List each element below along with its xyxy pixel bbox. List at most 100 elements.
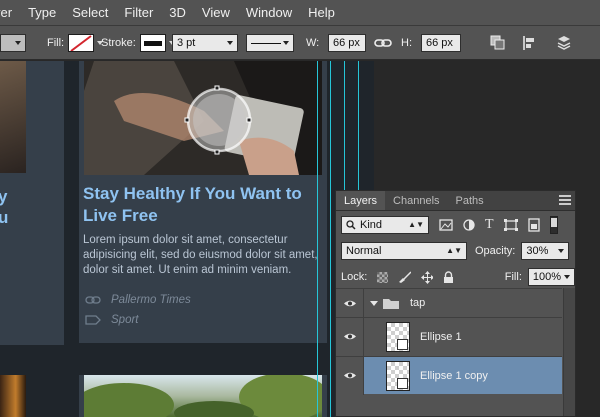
lock-image-brush-icon[interactable]: [398, 271, 411, 283]
card-meta-source: Pallermo Times: [85, 294, 191, 306]
layer-name: Ellipse 1: [420, 330, 462, 343]
filter-pixel-icon[interactable]: [439, 219, 453, 231]
link-dimensions-button[interactable]: [374, 26, 392, 60]
height-value: 66 px: [426, 37, 453, 49]
layer-row-ellipse-1-copy[interactable]: Ellipse 1 copy: [336, 356, 562, 395]
filter-adjustment-icon[interactable]: [463, 219, 475, 231]
group-expand-icon[interactable]: [370, 300, 378, 306]
ellipse-shape-selection[interactable]: [184, 85, 254, 157]
width-value: 66 px: [333, 37, 360, 49]
card-main: Stay Healthy If You Want to Live Free Lo…: [79, 61, 327, 343]
panel-menu-icon[interactable]: [559, 195, 571, 205]
chevron-down-icon: [283, 41, 289, 45]
menu-bar: yer Type Select Filter 3D View Window He…: [0, 0, 600, 26]
card-meta-category: Sport: [85, 314, 139, 326]
lock-row: Lock: Fill: 100%: [336, 266, 575, 288]
filter-kind-dropdown[interactable]: Kind ▲▼: [341, 216, 429, 234]
vector-mask-icon: [397, 338, 408, 350]
link-icon: [374, 39, 392, 47]
card-left-image: [0, 61, 26, 173]
menu-window[interactable]: Window: [238, 0, 300, 26]
align-icon: [523, 36, 534, 50]
solid-line-icon: [251, 42, 281, 44]
stepper-arrows-icon: ▲▼: [408, 220, 424, 229]
menu-3d[interactable]: 3D: [161, 0, 194, 26]
lock-position-icon[interactable]: [420, 270, 433, 284]
height-field[interactable]: 66 px: [421, 26, 461, 60]
layers-panel: Layers Channels Paths Kind ▲▼ T Normal ▲…: [335, 190, 576, 417]
eye-icon: [343, 372, 356, 379]
height-label: H:: [401, 37, 412, 49]
filter-toggle[interactable]: [549, 216, 558, 234]
card-bottom-image: [84, 375, 322, 417]
filter-smart-object-icon[interactable]: [527, 218, 540, 232]
menu-layer[interactable]: yer: [0, 0, 20, 26]
path-operations-icon: [490, 35, 505, 50]
width-label: W:: [306, 37, 320, 49]
search-icon: [346, 220, 356, 230]
visibility-toggle[interactable]: [336, 317, 364, 356]
lock-transparent-icon[interactable]: [377, 271, 388, 283]
card-meta-source-text: Pallermo Times: [111, 294, 191, 306]
lock-all-icon[interactable]: [443, 270, 453, 284]
layer-thumbnail: [386, 321, 410, 352]
stroke-swatch[interactable]: [140, 26, 175, 60]
fill-label: Fill:: [504, 271, 522, 283]
path-arrangement-button[interactable]: [550, 30, 578, 56]
fill-swatch[interactable]: [68, 26, 103, 60]
menu-view[interactable]: View: [194, 0, 238, 26]
opacity-field[interactable]: 30%: [521, 242, 570, 260]
width-field[interactable]: 66 px: [328, 26, 366, 60]
filter-shape-icon[interactable]: [503, 219, 518, 231]
card-left-text-1: y: [0, 187, 8, 206]
layer-row-ellipse-1[interactable]: Ellipse 1: [336, 317, 562, 356]
menu-help[interactable]: Help: [300, 0, 343, 26]
path-alignment-button[interactable]: [516, 30, 544, 56]
guide-line-2[interactable]: [330, 61, 331, 417]
options-bar: Fill: Stroke: 3 pt W: 66 px H: 66 px: [0, 26, 600, 60]
layers-scrollbar[interactable]: [563, 288, 575, 416]
path-operations-button[interactable]: [484, 30, 512, 56]
opacity-value: 30%: [526, 245, 549, 257]
layer-row-group[interactable]: tap: [336, 288, 562, 318]
filter-row: Kind ▲▼ T: [336, 213, 575, 237]
chevron-down-icon: [15, 41, 21, 45]
menu-type[interactable]: Type: [20, 0, 64, 26]
fill-label: Fill:: [47, 37, 65, 49]
no-fill-icon: [68, 34, 94, 52]
card-meta-category-text: Sport: [111, 314, 139, 326]
visibility-toggle[interactable]: [336, 288, 364, 318]
stepper-arrows-icon: ▲▼: [446, 246, 462, 255]
panel-tabs: Layers Channels Paths: [336, 191, 575, 211]
guide-line-1[interactable]: [317, 61, 318, 417]
filter-type-icon[interactable]: T: [485, 218, 494, 232]
stroke-type-dropdown[interactable]: [246, 26, 294, 60]
fill-field[interactable]: 100%: [527, 268, 575, 286]
chevron-down-icon: [227, 41, 233, 45]
tab-paths[interactable]: Paths: [448, 191, 492, 210]
chevron-down-icon: [558, 249, 565, 253]
arrange-icon: [557, 36, 571, 50]
visibility-toggle[interactable]: [336, 356, 364, 395]
link-icon: [85, 296, 101, 304]
card-left-text-2: u: [0, 208, 9, 227]
menu-select[interactable]: Select: [64, 0, 116, 26]
tab-layers[interactable]: Layers: [336, 191, 386, 210]
eye-icon: [343, 300, 356, 306]
tab-channels[interactable]: Channels: [385, 191, 447, 210]
menu-filter[interactable]: Filter: [116, 0, 161, 26]
tag-icon: [85, 315, 101, 325]
eye-icon: [343, 333, 356, 340]
tool-mode-dropdown[interactable]: [0, 26, 26, 60]
card-title: Stay Healthy If You Want to Live Free: [83, 184, 302, 225]
stroke-width-value: 3 pt: [177, 37, 196, 49]
card-bottom-left-image: [0, 375, 26, 417]
card-body: Lorem ipsum dolor sit amet, consectetur …: [83, 234, 318, 276]
trees-photo: [84, 375, 322, 417]
filter-kind-value: Kind: [360, 219, 383, 231]
stroke-width-field[interactable]: 3 pt: [172, 26, 238, 60]
layer-name: tap: [410, 297, 426, 309]
blend-mode-dropdown[interactable]: Normal ▲▼: [341, 242, 467, 260]
card-bottom-main: [79, 375, 327, 417]
blend-mode-value: Normal: [346, 245, 382, 257]
